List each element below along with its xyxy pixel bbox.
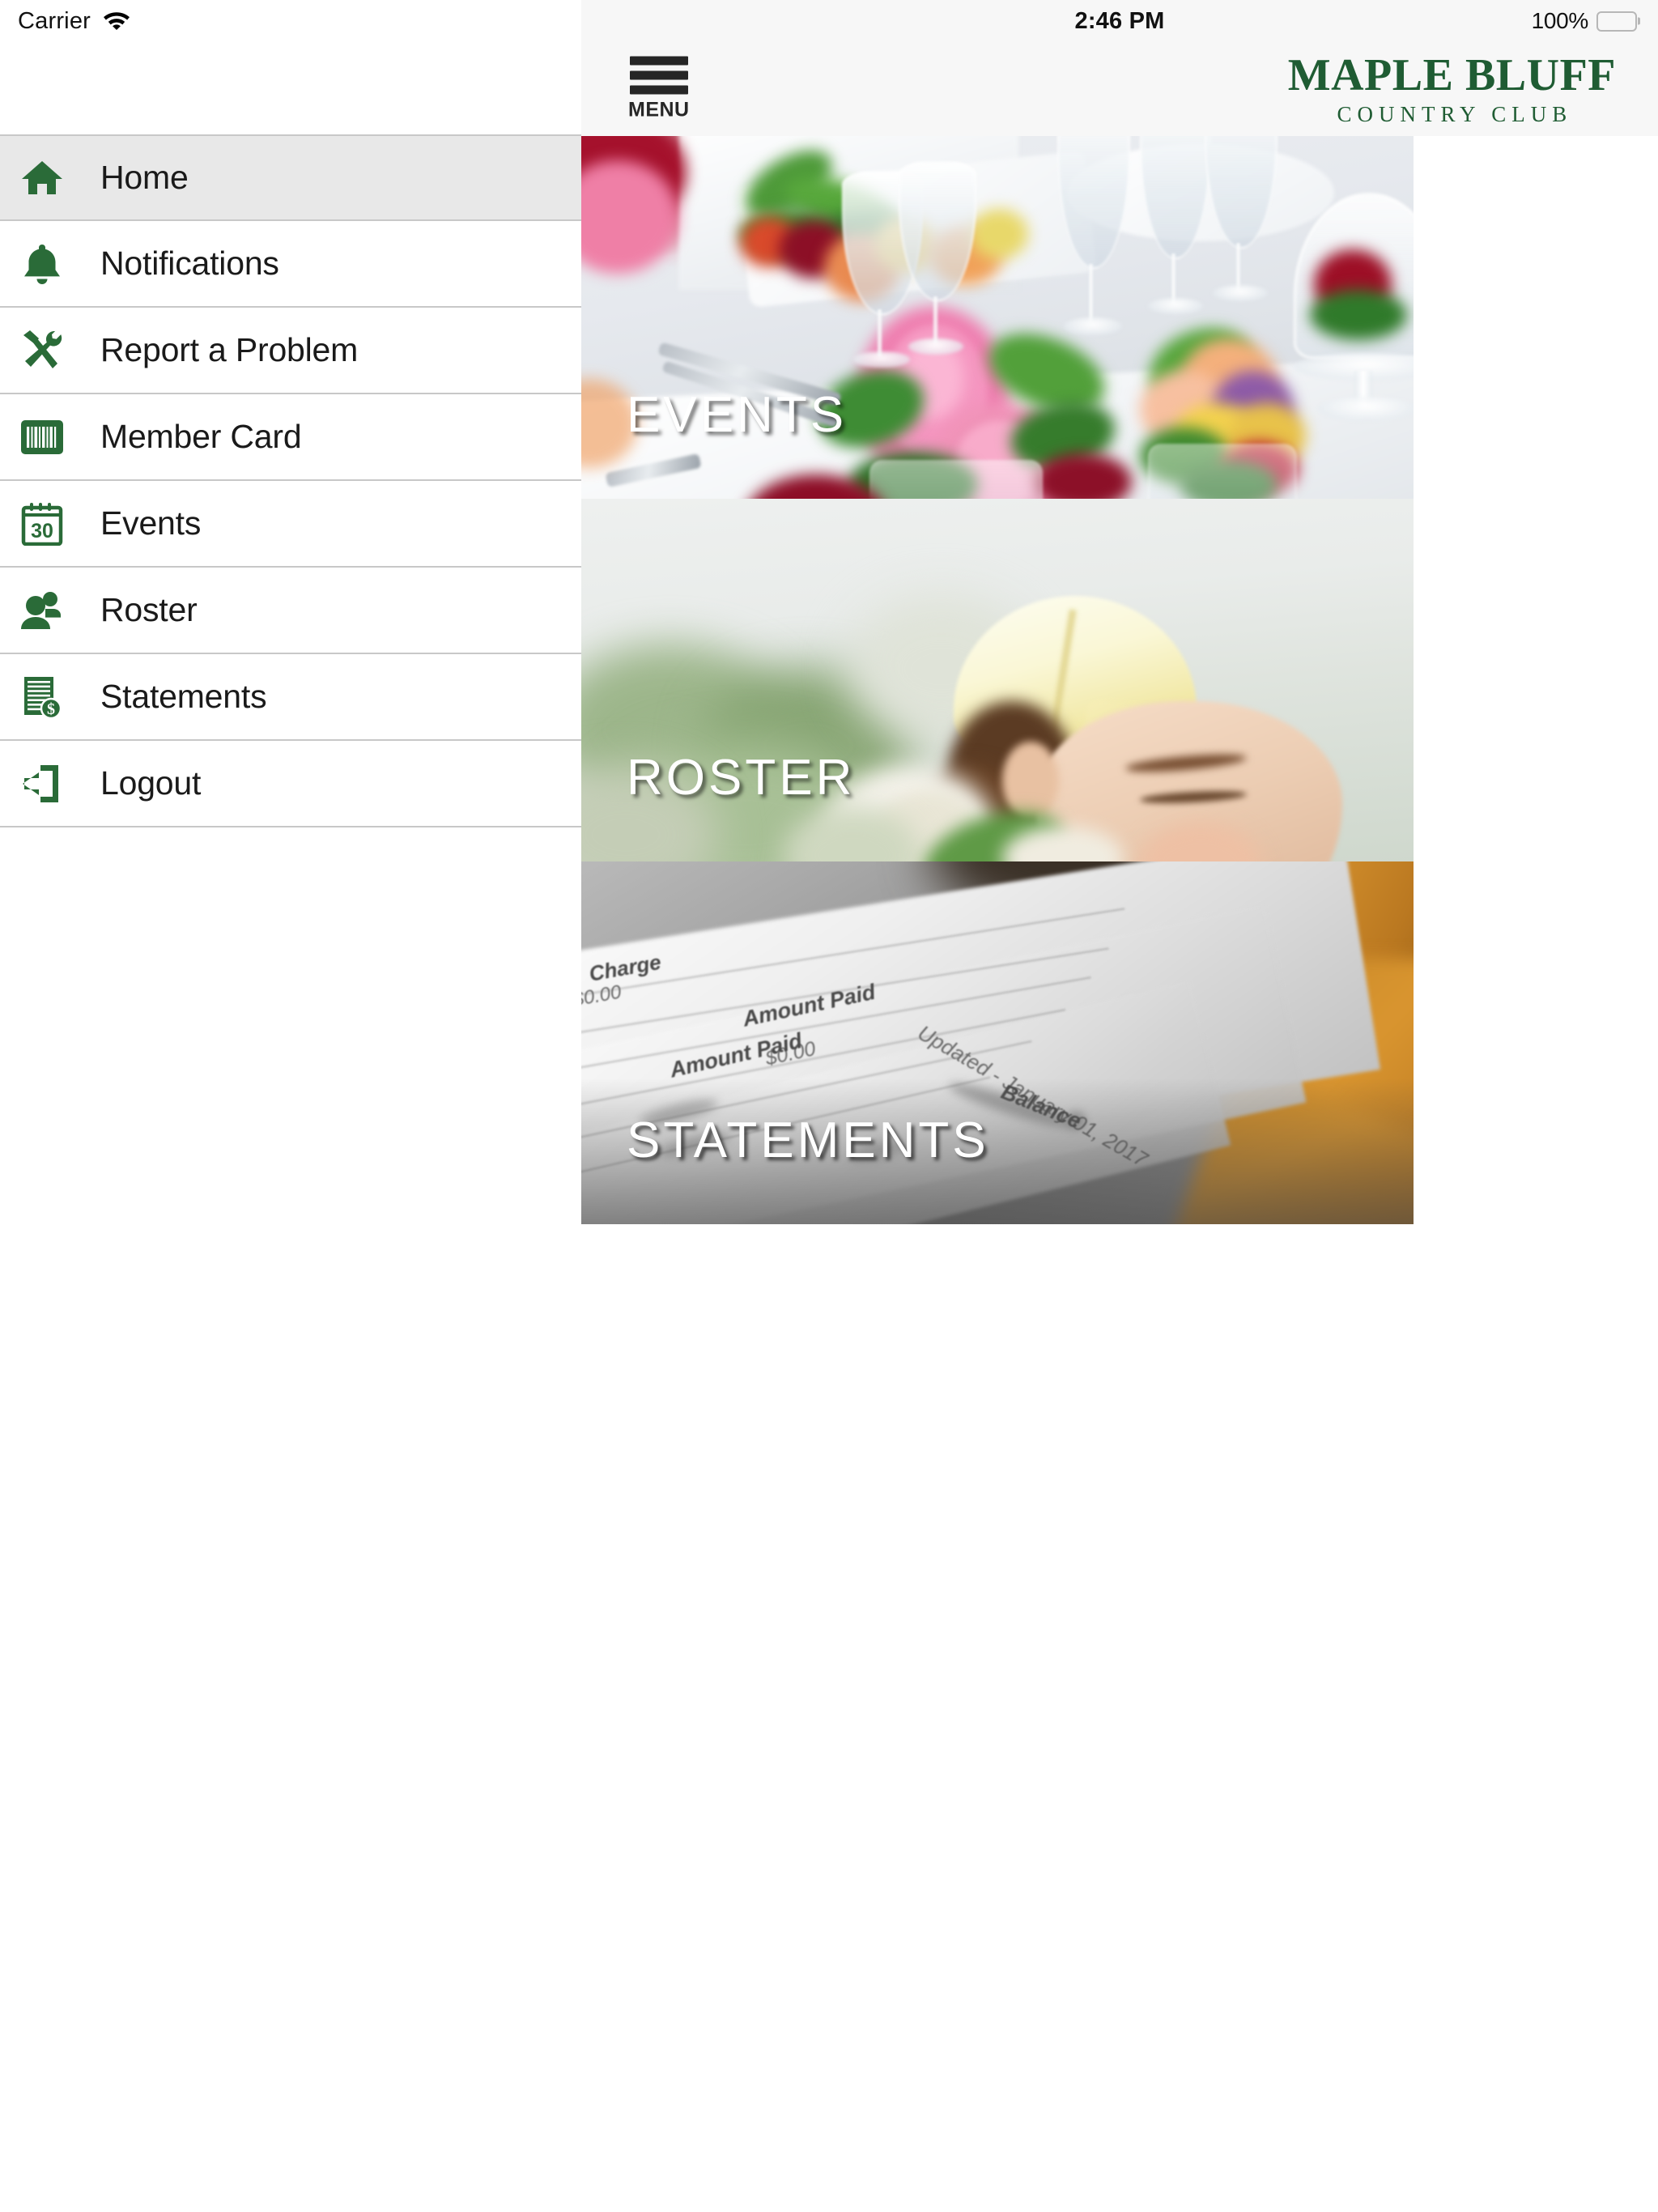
logout-icon bbox=[16, 758, 68, 810]
drawer-top-spacer bbox=[0, 42, 581, 134]
battery-full-icon bbox=[1596, 11, 1637, 32]
battery-percent-label: 100% bbox=[1531, 8, 1589, 33]
sidebar-item-statements[interactable]: $ Statements bbox=[0, 654, 581, 741]
tile-roster-label: ROSTER bbox=[627, 750, 856, 806]
sidebar-item-report-a-problem[interactable]: Report a Problem bbox=[0, 308, 581, 394]
status-bar: 2:46 PM 100% bbox=[581, 0, 1658, 42]
menu-button-label: MENU bbox=[628, 98, 690, 121]
club-logo-line2: COUNTRY CLUB bbox=[1337, 102, 1573, 126]
invoice-icon: $ bbox=[16, 671, 68, 723]
club-logo-line1: MAPLE BLUFF bbox=[1287, 50, 1616, 100]
sidebar-item-label: Member Card bbox=[100, 418, 302, 455]
sidebar-item-label: Roster bbox=[100, 591, 198, 628]
content-pane: 2:46 PM 100% MENU MAPLE BLUFF COUNTRY CL… bbox=[581, 0, 1658, 2212]
sidebar-item-notifications[interactable]: Notifications bbox=[0, 221, 581, 308]
tile-events-label: EVENTS bbox=[627, 387, 848, 443]
sidebar-item-label: Events bbox=[100, 504, 202, 542]
tile-statements[interactable]: Charge $0.00 Amount Paid $0.00 Amount Pa… bbox=[581, 861, 1414, 1224]
status-time: 2:46 PM bbox=[1074, 7, 1165, 34]
home-icon bbox=[16, 152, 68, 204]
tile-roster-artwork bbox=[581, 499, 1414, 861]
tile-roster[interactable]: ROSTER bbox=[581, 499, 1414, 861]
calendar-day-number: 30 bbox=[31, 520, 53, 542]
status-battery-cluster: 100% bbox=[1532, 0, 1637, 42]
tile-statements-label: STATEMENTS bbox=[627, 1112, 989, 1168]
sidebar-item-label: Report a Problem bbox=[100, 331, 359, 368]
app-root: 2:46 PM 100% MENU MAPLE BLUFF COUNTRY CL… bbox=[0, 0, 1658, 2212]
tile-events-artwork bbox=[581, 136, 1414, 499]
barcode-icon bbox=[16, 411, 68, 463]
hamburger-icon bbox=[629, 56, 688, 95]
home-tile-grid: EVENTS ROSTER Charge $0.00 Amount Paid $… bbox=[581, 136, 1658, 1224]
navigation-drawer: Carrier Home Notifications Report a Prob… bbox=[0, 0, 581, 2212]
sidebar-item-events[interactable]: 30 Events bbox=[0, 481, 581, 568]
people-icon bbox=[16, 585, 68, 636]
sidebar-item-home[interactable]: Home bbox=[0, 134, 581, 221]
sidebar-item-label: Notifications bbox=[100, 245, 279, 282]
wifi-icon bbox=[102, 8, 131, 34]
carrier-label: Carrier bbox=[18, 7, 91, 34]
calendar-icon: 30 bbox=[16, 498, 68, 550]
tile-statements-artwork: Charge $0.00 Amount Paid $0.00 Amount Pa… bbox=[581, 861, 1414, 1224]
sidebar-item-label: Logout bbox=[100, 764, 202, 802]
sidebar-item-logout[interactable]: Logout bbox=[0, 741, 581, 827]
tools-icon bbox=[16, 325, 68, 376]
sidebar-item-label: Home bbox=[100, 159, 189, 196]
club-logo: MAPLE BLUFF COUNTRY CLUB bbox=[1288, 53, 1616, 125]
sidebar-item-member-card[interactable]: Member Card bbox=[0, 394, 581, 481]
bell-icon bbox=[16, 238, 68, 290]
svg-text:$: $ bbox=[47, 700, 55, 718]
sidebar-item-label: Statements bbox=[100, 678, 267, 715]
drawer-menu-list: Home Notifications Report a Problem Memb… bbox=[0, 134, 581, 827]
status-bar-carrier-area: Carrier bbox=[0, 0, 581, 42]
menu-button[interactable]: MENU bbox=[628, 56, 690, 122]
sidebar-item-roster[interactable]: Roster bbox=[0, 568, 581, 654]
tile-events[interactable]: EVENTS bbox=[581, 136, 1414, 499]
nav-bar: MENU MAPLE BLUFF COUNTRY CLUB bbox=[581, 42, 1658, 136]
